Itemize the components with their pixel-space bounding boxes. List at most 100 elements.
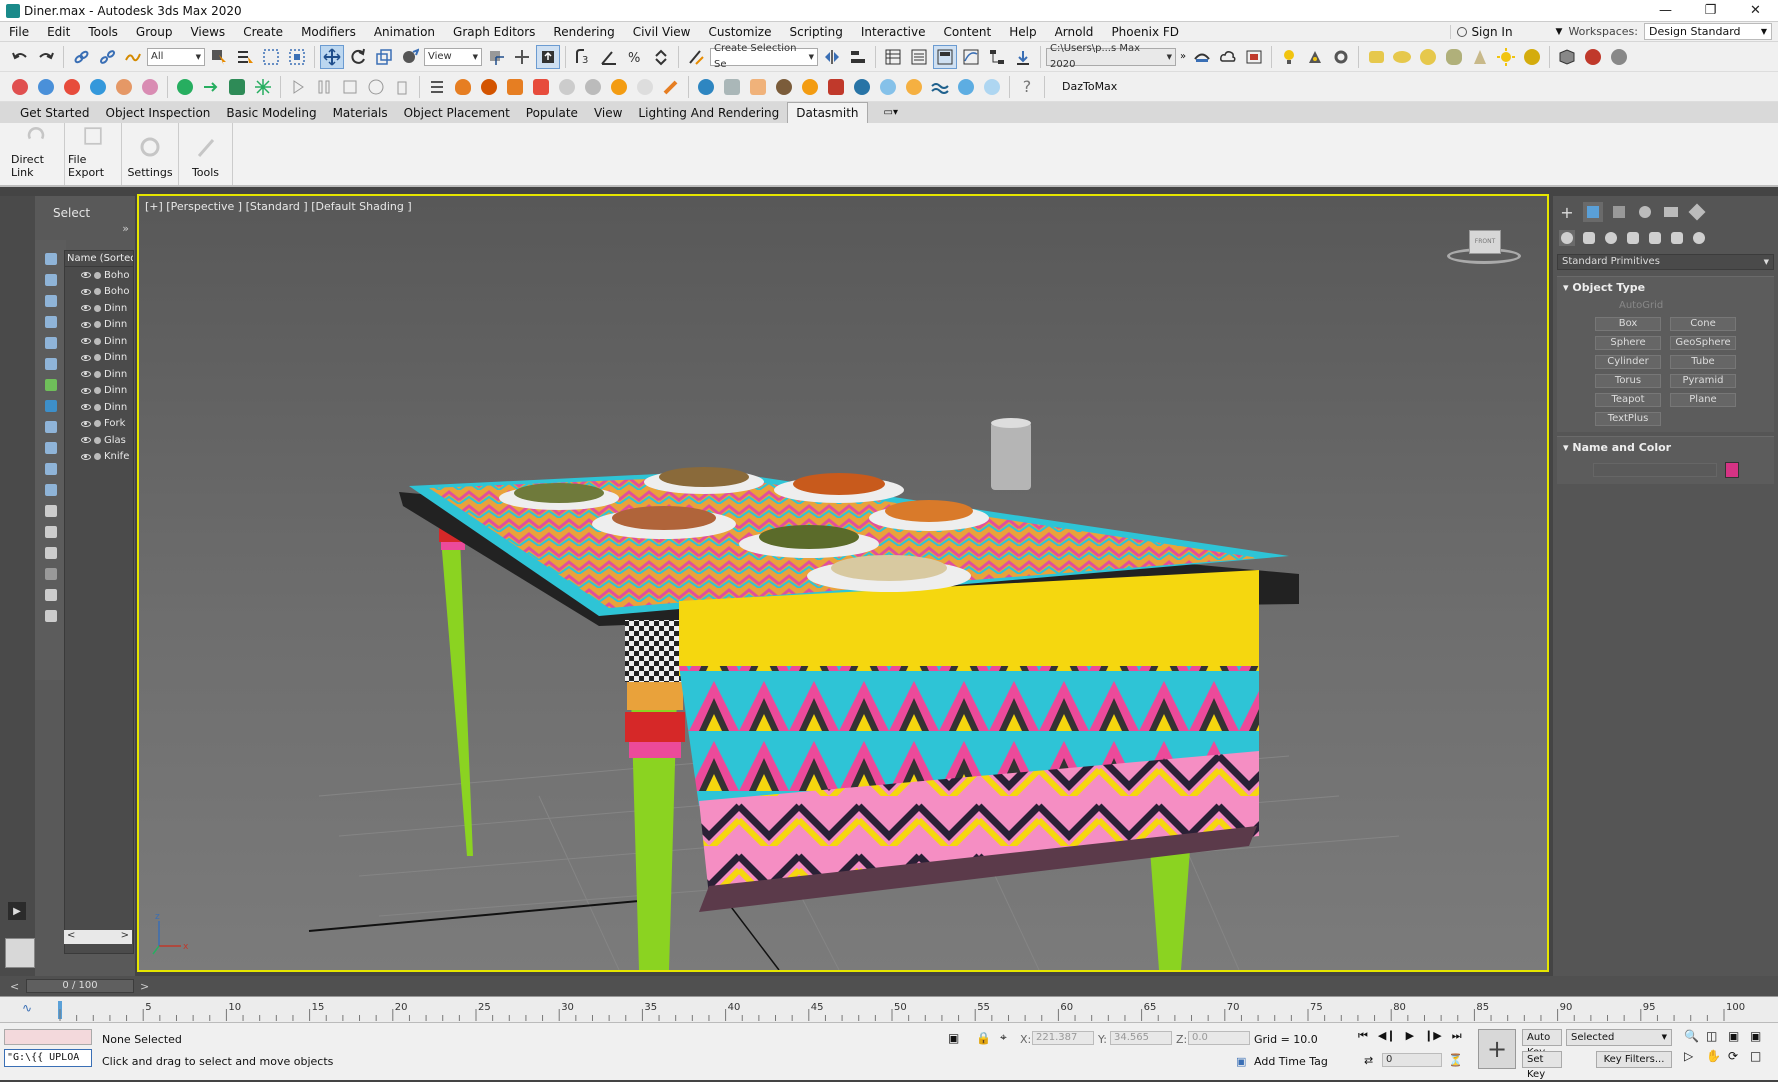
filter-containers-icon[interactable] [42, 439, 60, 457]
freeze-icon[interactable] [94, 304, 101, 312]
settings-button[interactable]: Settings [122, 123, 179, 185]
placement-icon[interactable] [398, 45, 422, 69]
fx-liquid-icon[interactable] [86, 75, 110, 99]
freeze-icon[interactable] [94, 436, 101, 444]
maxscript-listener-button[interactable] [5, 938, 35, 968]
pause-preview-icon[interactable] [312, 75, 336, 99]
render-cloud-icon[interactable] [1216, 45, 1240, 69]
ribbon-toggle-icon[interactable] [933, 44, 957, 69]
scene-explorer-toggle-icon[interactable] [907, 45, 931, 69]
filter-hidden-icon[interactable] [42, 481, 60, 499]
plane-button[interactable]: Plane [1670, 393, 1736, 407]
select-by-name-icon[interactable] [233, 45, 257, 69]
tools-gear-icon[interactable] [1329, 45, 1353, 69]
next-frame-icon[interactable]: ❙▶ [1424, 1029, 1442, 1043]
filter-bones-icon[interactable] [42, 418, 60, 436]
sky-light-icon[interactable] [1520, 45, 1544, 69]
sun-light-icon[interactable] [1494, 45, 1518, 69]
filter-groups-icon[interactable] [42, 376, 60, 394]
field-of-view-icon[interactable]: ▷ [1684, 1049, 1706, 1069]
project-folder-dropdown[interactable]: C:\Users\p...s Max 2020 ▼ [1046, 43, 1176, 70]
liquid-box-icon[interactable] [720, 75, 744, 99]
keyboard-shortcut-override-icon[interactable] [536, 44, 560, 69]
menu-content[interactable]: Content [935, 22, 1001, 42]
list-item[interactable]: Dinn [65, 300, 133, 317]
filter-lights-icon[interactable] [42, 292, 60, 310]
angle-snap-icon[interactable] [597, 45, 621, 69]
timeline-track[interactable]: ∿ 5 10 15 20 25 30 35 40 45 50 55 60 65 70 75 80 85 90 95 1… [0, 996, 1778, 1022]
eye-icon[interactable] [81, 420, 91, 427]
freeze-icon[interactable] [94, 453, 101, 461]
filter-toggle-icon[interactable] [42, 586, 60, 604]
absolute-mode-icon[interactable]: ⌖ [1000, 1030, 1007, 1045]
eye-icon[interactable] [81, 371, 91, 378]
utilities-tab-icon[interactable] [1687, 202, 1707, 222]
fire-grid-icon[interactable] [477, 75, 501, 99]
list-item[interactable]: Boho [65, 284, 133, 301]
sphere-button[interactable]: Sphere [1595, 336, 1661, 350]
delete-cache-icon[interactable] [390, 75, 414, 99]
lights-category-icon[interactable] [1603, 230, 1619, 246]
ribbon-tab-object-placement[interactable]: Object Placement [396, 103, 518, 123]
eye-icon[interactable] [81, 404, 91, 411]
time-slider-prev-icon[interactable]: < [10, 980, 19, 993]
go-to-end-icon[interactable]: ⏭ [1452, 1029, 1462, 1043]
play-toggle-button[interactable]: ▶ [8, 902, 26, 920]
more-arrows-icon[interactable]: » [1178, 45, 1188, 69]
time-slider[interactable]: 0 / 100 [26, 979, 134, 993]
primitive-type-dropdown[interactable]: Standard Primitives ▼ [1557, 254, 1774, 270]
liquid-fountain-icon[interactable] [824, 75, 848, 99]
fire-source-icon[interactable] [451, 75, 475, 99]
filter-frozen-icon[interactable] [42, 460, 60, 478]
filter-geometry-icon[interactable] [42, 250, 60, 268]
align-icon[interactable] [846, 45, 870, 69]
spinner-snap-icon[interactable] [649, 45, 673, 69]
fire-smoke-icon[interactable] [503, 75, 527, 99]
motion-tab-icon[interactable] [1635, 202, 1655, 222]
list-item[interactable]: Dinn [65, 366, 133, 383]
menu-rendering[interactable]: Rendering [544, 22, 623, 42]
isolate-selection-icon[interactable]: ▣ [948, 1031, 959, 1045]
eye-icon[interactable] [81, 305, 91, 312]
list-item[interactable]: Dinn [65, 350, 133, 367]
zoom-icon[interactable]: 🔍 [1684, 1029, 1706, 1049]
autogrid-checkbox[interactable]: AutoGrid [1557, 300, 1774, 311]
fx-forward-icon[interactable] [199, 75, 223, 99]
eye-icon[interactable] [81, 387, 91, 394]
name-and-color-header[interactable]: ▾ Name and Color [1557, 437, 1774, 458]
pan-icon[interactable]: ✋ [1706, 1049, 1728, 1069]
move-icon[interactable] [320, 44, 344, 69]
list-item[interactable]: Fork [65, 416, 133, 433]
light-lister-icon[interactable] [1277, 45, 1301, 69]
go-to-start-icon[interactable]: ⏮ [1358, 1029, 1368, 1043]
liquid-pool-icon[interactable] [902, 75, 926, 99]
ocean-foam-icon[interactable] [980, 75, 1004, 99]
eye-icon[interactable] [81, 354, 91, 361]
freeze-icon[interactable] [94, 420, 101, 428]
freeze-icon[interactable] [94, 288, 101, 296]
maxscript-input[interactable]: "G:\{{ UPLOA [4, 1049, 92, 1067]
cone-button[interactable]: Cone [1670, 317, 1736, 331]
selection-filter-dropdown[interactable]: All ▼ [147, 47, 205, 66]
rectangular-selection-icon[interactable] [259, 45, 283, 69]
eye-icon[interactable] [81, 453, 91, 460]
cone-primitive-icon[interactable] [1468, 45, 1492, 69]
percent-snap-icon[interactable]: % [623, 45, 647, 69]
list-item[interactable]: Knife [65, 449, 133, 466]
geometry-category-icon[interactable] [1559, 230, 1575, 246]
zoom-all-icon[interactable]: ◫ [1706, 1029, 1728, 1049]
time-slider-next-icon[interactable]: > [140, 980, 149, 993]
smoke-cloud-icon[interactable] [581, 75, 605, 99]
eye-icon[interactable] [81, 338, 91, 345]
reference-coordinate-dropdown[interactable]: View ▼ [424, 47, 482, 66]
zoom-extents-icon[interactable]: ▣ [1728, 1029, 1750, 1049]
menu-customize[interactable]: Customize [699, 22, 780, 42]
ribbon-tab-populate[interactable]: Populate [518, 103, 586, 123]
ribbon-tab-datasmith[interactable]: Datasmith [787, 102, 868, 123]
filter-cameras-icon[interactable] [42, 313, 60, 331]
freeze-icon[interactable] [94, 321, 101, 329]
liquid-sun-icon[interactable] [798, 75, 822, 99]
viewcube[interactable]: FRONT [1447, 224, 1521, 264]
layer-manager-icon[interactable] [881, 45, 905, 69]
zoom-extents-all-icon[interactable]: ▣ [1750, 1029, 1772, 1049]
